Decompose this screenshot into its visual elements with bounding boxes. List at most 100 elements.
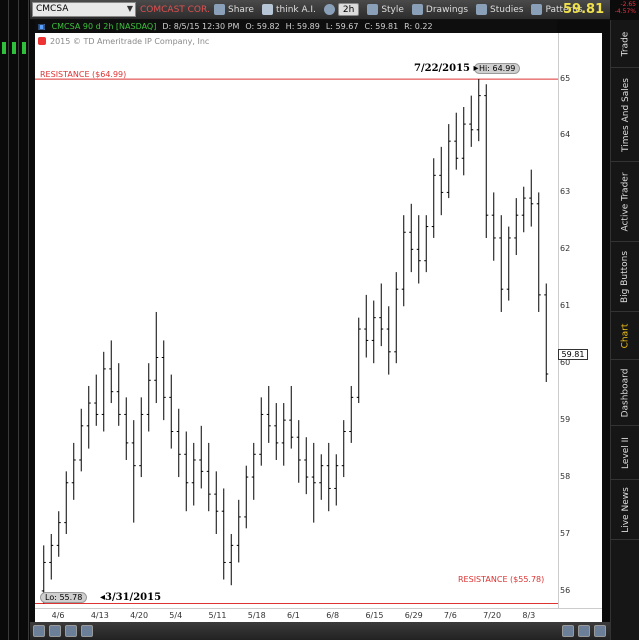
- ohlc-bar: [401, 215, 406, 307]
- share-icon: [214, 4, 225, 15]
- ohlc-bar: [236, 499, 241, 563]
- dropdown-icon[interactable]: ▼: [127, 4, 133, 13]
- tab-trade[interactable]: Trade: [611, 20, 639, 68]
- price-tick-label: 63: [560, 187, 571, 197]
- date-tick-label: 5/18: [247, 611, 266, 620]
- ohlc-bar: [536, 192, 541, 312]
- expand-icon[interactable]: [594, 625, 606, 637]
- low-date-text: 3/31/2015: [105, 592, 162, 603]
- ohlc-bar: [281, 403, 286, 466]
- ohlc-bar: [64, 471, 69, 534]
- symbol-input[interactable]: CMCSA ▼: [32, 2, 136, 17]
- date-tick-label: 4/6: [51, 611, 65, 620]
- ohlc-bar: [311, 442, 316, 523]
- drawings-icon: [411, 4, 423, 15]
- price-tick-label: 64: [560, 130, 571, 140]
- date-tick-label: 4/13: [90, 611, 109, 620]
- settings-icon[interactable]: [562, 625, 574, 637]
- date-tick-label: 7/6: [443, 611, 457, 620]
- date-tick-label: 6/8: [326, 611, 340, 620]
- ohlc-bar: [371, 300, 376, 364]
- ohlc-bar: [49, 533, 54, 580]
- left-panel-marker: [2, 42, 6, 54]
- think-ai-button[interactable]: think A.I.: [258, 0, 320, 20]
- high-date-text: 7/22/2015: [414, 63, 471, 74]
- date-tick-label: 8/3: [522, 611, 536, 620]
- left-panel-strip[interactable]: [20, 0, 29, 640]
- tab-label: Level II: [620, 436, 631, 469]
- ohlc-bar: [356, 317, 361, 404]
- bar-date: D: 8/5/15 12:30 PM: [162, 22, 240, 31]
- tab-live-news[interactable]: Live News: [611, 480, 639, 540]
- tab-label: Chart: [620, 323, 631, 348]
- share-button[interactable]: Share: [210, 0, 258, 20]
- high-marker: Hi: 64.99: [474, 63, 521, 74]
- ohlc-bar: [259, 397, 264, 466]
- ohlc-bar: [176, 408, 181, 478]
- price-tick-label: 61: [560, 301, 571, 311]
- chart-settings-icon[interactable]: ▣: [38, 22, 46, 31]
- zoom-in-icon[interactable]: [33, 625, 45, 637]
- symbol-description: COMCAST COR...: [140, 4, 210, 15]
- style-button[interactable]: Style: [363, 0, 408, 20]
- ohlc-bar: [544, 283, 549, 382]
- price-tick-label: 57: [560, 528, 571, 538]
- tab-dashboard[interactable]: Dashboard: [611, 360, 639, 426]
- ohlc-bar: [469, 95, 474, 147]
- drawing-tools-icon[interactable]: [81, 625, 93, 637]
- left-panel-marker: [22, 42, 26, 54]
- ohlc-bar: [161, 340, 166, 421]
- tab-times-and-sales[interactable]: Times And Sales: [611, 68, 639, 162]
- ohlc-bar: [326, 442, 331, 512]
- ohlc-bar: [416, 215, 421, 284]
- chart-menu-icon[interactable]: [38, 37, 46, 45]
- tab-label: Trade: [620, 31, 631, 56]
- date-tick-label: 5/11: [208, 611, 227, 620]
- timeframe-button[interactable]: 2h: [320, 0, 363, 20]
- tab-level-ii[interactable]: Level II: [611, 426, 639, 480]
- ohlc-bar: [101, 351, 106, 432]
- ohlc-bar: [499, 215, 504, 312]
- ohlc-bar: [446, 124, 451, 199]
- ohlc-bar: [199, 425, 204, 489]
- ohlc-bar: [169, 374, 174, 449]
- change-absolute: -2.65: [620, 1, 636, 8]
- studies-button[interactable]: Studies: [472, 0, 527, 20]
- ohlc-bar: [379, 283, 384, 347]
- pan-icon[interactable]: [65, 625, 77, 637]
- price-chart[interactable]: [35, 33, 558, 608]
- ohlc-bar: [341, 420, 346, 478]
- ohlc-bar: [184, 431, 189, 512]
- ohlc-bar: [251, 442, 256, 500]
- tab-chart[interactable]: Chart: [611, 312, 639, 360]
- bar-low: L: 59.67: [325, 22, 359, 31]
- ohlc-bar: [79, 408, 84, 472]
- ohlc-bar: [484, 84, 489, 238]
- studies-icon: [476, 4, 488, 15]
- low-date-annotation: ◂3/31/2015: [100, 592, 162, 603]
- ohlc-bar: [289, 385, 294, 449]
- left-panel-strip[interactable]: [0, 0, 9, 640]
- left-panel-strip[interactable]: [10, 0, 19, 640]
- time-axis[interactable]: [35, 608, 602, 622]
- tab-big-buttons[interactable]: Big Buttons: [611, 242, 639, 312]
- ohlc-bar: [146, 363, 151, 432]
- ohlc-bar: [116, 363, 121, 426]
- price-axis[interactable]: [558, 33, 602, 608]
- ohlc-bar: [154, 311, 159, 404]
- layout-icon[interactable]: [578, 625, 590, 637]
- style-label: Style: [381, 4, 404, 15]
- ohlc-bar: [191, 442, 196, 506]
- zoom-out-icon[interactable]: [49, 625, 61, 637]
- drawings-button[interactable]: Drawings: [408, 0, 472, 20]
- chart-area[interactable]: [35, 33, 558, 608]
- date-tick-label: 6/15: [365, 611, 384, 620]
- price-tick-label: 62: [560, 244, 571, 254]
- tab-label: Big Buttons: [620, 250, 631, 303]
- ohlc-bar: [431, 158, 436, 238]
- ohlc-bar: [221, 488, 226, 580]
- studies-label: Studies: [490, 4, 524, 15]
- tab-active-trader[interactable]: Active Trader: [611, 162, 639, 242]
- patterns-icon: [531, 4, 543, 15]
- ohlc-bar: [109, 340, 114, 404]
